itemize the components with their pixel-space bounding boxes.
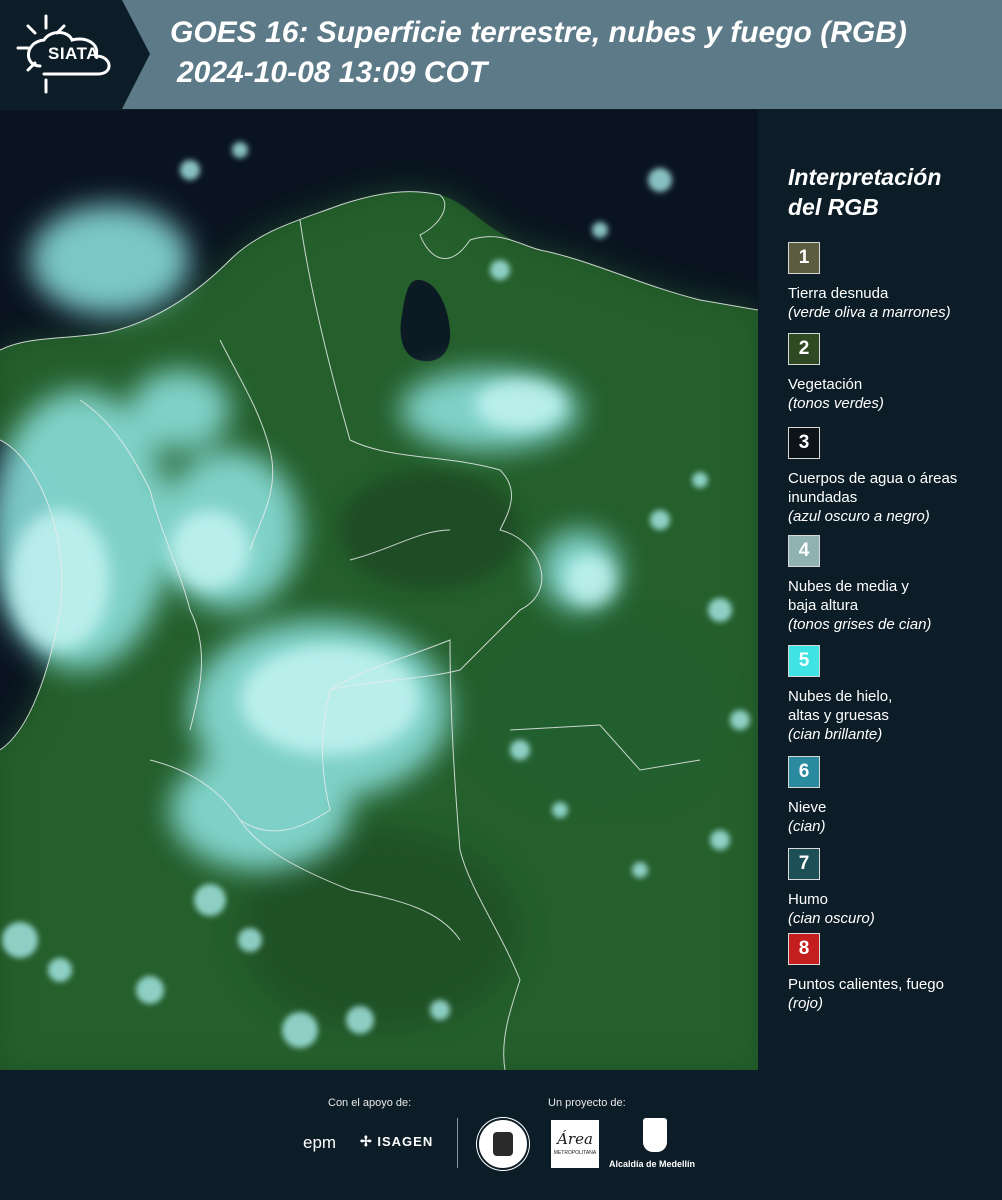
legend-note: (cian oscuro) (788, 910, 875, 927)
siata-logo: SIATA (0, 0, 150, 109)
legend-item: 6 Nieve (cian) (788, 756, 998, 836)
legend-label: Humo (788, 891, 829, 908)
legend-title-line2: del RGB (788, 194, 879, 220)
seal-inner-icon (493, 1132, 513, 1156)
legend-swatch: 8 (788, 933, 820, 965)
legend-label: Puntos calientes, fuego (788, 976, 944, 993)
epm-logo: epm (303, 1133, 337, 1152)
legend-item: 5 Nubes de hielo, altas y gruesas (cian br… (788, 645, 998, 744)
area-logo-text: Área (557, 1130, 593, 1148)
project-caption: Un proyecto de: (548, 1097, 626, 1109)
legend-label: Nieve (788, 799, 827, 816)
isagen-logo: ✢ ISAGEN (360, 1133, 433, 1150)
satellite-image (0, 110, 758, 1070)
legend-label: Nubes de hielo, altas y gruesas (788, 688, 893, 724)
legend-note: (verde oliva a marrones) (788, 304, 951, 321)
legend-item: 4 Nubes de media y baja altura (tonos gris… (788, 535, 998, 634)
legend-note: (cian brillante) (788, 726, 883, 743)
footer-divider (457, 1118, 458, 1168)
legend-swatch: 4 (788, 535, 820, 567)
legend-note: (tonos grises de cian) (788, 616, 932, 633)
header-bar: SIATA GOES 16: Superficie terrestre, nub… (0, 0, 1002, 109)
legend-note: (azul oscuro a negro) (788, 508, 930, 525)
legend-item: 8 Puntos calientes, fuego (rojo) (788, 933, 998, 1013)
seal-logo (477, 1118, 529, 1170)
area-logo-sub: METROPOLITANA (553, 1150, 597, 1156)
legend-swatch: 5 (788, 645, 820, 677)
legend-panel: Interpretación del RGB 1 Tierra desnuda (v… (760, 110, 1002, 1070)
page-timestamp: 2024-10-08 13:09 COT (177, 56, 488, 89)
legend-item: 7 Humo (cian oscuro) (788, 848, 998, 928)
legend-label: Cuerpos de agua o áreas inundadas (788, 470, 958, 506)
legend-item: 1 Tierra desnuda (verde oliva a marrones) (788, 242, 998, 322)
legend-title-line1: Interpretación (788, 164, 942, 190)
isagen-mark-icon: ✢ (360, 1133, 373, 1149)
legend-swatch: 1 (788, 242, 820, 274)
isagen-logo-text: ISAGEN (377, 1134, 434, 1149)
legend-note: (rojo) (788, 995, 824, 1012)
footer: Con el apoyo de: Un proyecto de: epm ✢ I… (0, 1070, 1002, 1200)
legend-label: Tierra desnuda (788, 285, 889, 302)
page-title: GOES 16: Superficie terrestre, nubes y f… (170, 16, 907, 49)
legend-title: Interpretación del RGB (788, 162, 941, 222)
legend-item: 3 Cuerpos de agua o áreas inundadas (azul … (788, 427, 998, 526)
legend-swatch: 3 (788, 427, 820, 459)
legend-swatch: 2 (788, 333, 820, 365)
legend-item: 2 Vegetación (tonos verdes) (788, 333, 998, 413)
legend-swatch: 6 (788, 756, 820, 788)
legend-swatch: 7 (788, 848, 820, 880)
legend-note: (tonos verdes) (788, 395, 884, 412)
legend-label: Vegetación (788, 376, 863, 393)
legend-note: (cian) (788, 818, 826, 835)
support-caption: Con el apoyo de: (328, 1097, 412, 1109)
siata-logo-text: SIATA (48, 44, 99, 63)
area-metropolitana-logo: Área METROPOLITANA (551, 1120, 599, 1168)
alcaldia-logo-text: Alcaldía de Medellín (609, 1159, 696, 1169)
legend-label: Nubes de media y baja altura (788, 578, 909, 614)
alcaldia-shield-icon (643, 1118, 667, 1152)
